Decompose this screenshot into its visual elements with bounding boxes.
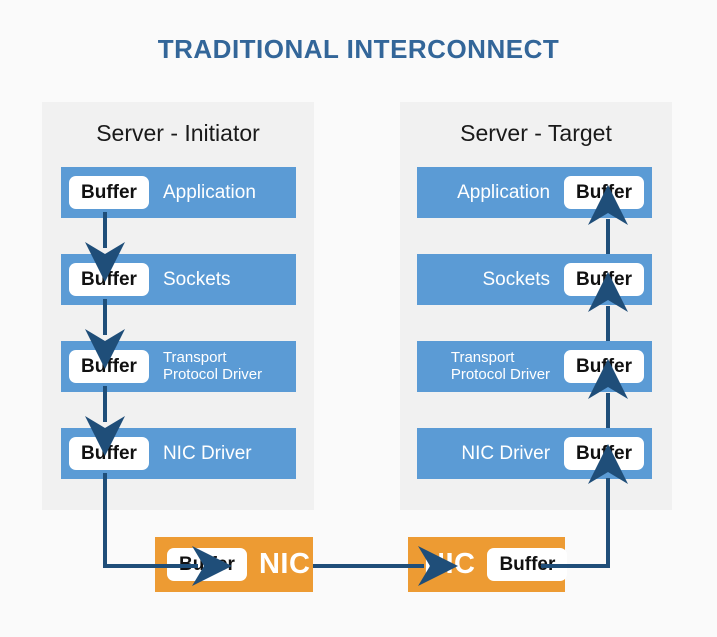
- layer-label: Application: [457, 181, 551, 203]
- nic-label: NIC: [424, 548, 476, 580]
- nic-label: NIC: [258, 548, 311, 580]
- layer-label: Sockets: [482, 268, 551, 290]
- buffer-chip: Buffer: [167, 548, 247, 581]
- buffer-chip: Buffer: [69, 263, 149, 296]
- buffer-chip: Buffer: [564, 437, 644, 470]
- layer-label: Application: [162, 181, 256, 203]
- diagram-canvas: TRADITIONAL INTERCONNECT Server - Initia…: [0, 0, 717, 637]
- target-nic-box[interactable]: NIC Buffer: [408, 537, 568, 592]
- layer-label: NIC Driver: [461, 442, 551, 464]
- buffer-chip: Buffer: [487, 548, 568, 581]
- buffer-chip: Buffer: [69, 176, 149, 209]
- target-layer-sockets[interactable]: Sockets Buffer: [417, 254, 652, 305]
- target-layer-application[interactable]: Application Buffer: [417, 167, 652, 218]
- target-layer-transport-protocol-driver[interactable]: Transport Protocol Driver Buffer: [417, 341, 652, 392]
- initiator-layer-sockets[interactable]: Buffer Sockets: [61, 254, 296, 305]
- layer-label: Transport Protocol Driver: [162, 348, 263, 383]
- target-layer-nic-driver[interactable]: NIC Driver Buffer: [417, 428, 652, 479]
- buffer-chip: Buffer: [564, 263, 644, 296]
- layer-label: Transport Protocol Driver: [450, 348, 551, 383]
- initiator-layer-nic-driver[interactable]: Buffer NIC Driver: [61, 428, 296, 479]
- initiator-nic-box[interactable]: Buffer NIC: [155, 537, 313, 592]
- buffer-chip: Buffer: [69, 437, 149, 470]
- buffer-chip: Buffer: [564, 176, 644, 209]
- layer-label: NIC Driver: [162, 442, 252, 464]
- server-target-title: Server - Target: [460, 120, 612, 146]
- buffer-chip: Buffer: [564, 350, 644, 383]
- layer-label: Sockets: [162, 268, 231, 290]
- initiator-layer-application[interactable]: Buffer Application: [61, 167, 296, 218]
- server-initiator-title: Server - Initiator: [96, 120, 260, 146]
- buffer-chip: Buffer: [69, 350, 149, 383]
- page-title: TRADITIONAL INTERCONNECT: [157, 34, 560, 64]
- initiator-layer-transport-protocol-driver[interactable]: Buffer Transport Protocol Driver: [61, 341, 296, 392]
